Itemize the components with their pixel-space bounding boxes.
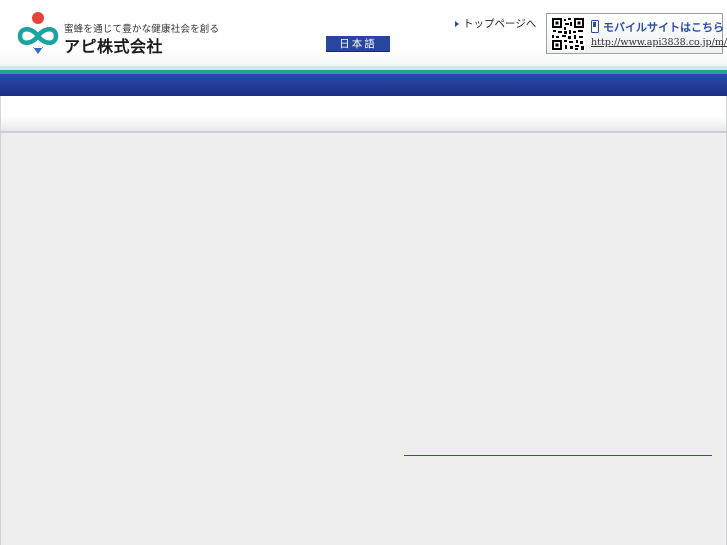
sub-navigation-bar (0, 96, 727, 133)
triangle-arrow-icon (455, 20, 459, 27)
top-page-link-label: トップページへ (463, 18, 537, 30)
site-header: 蜜蜂を通じて豊かな健康社会を創る アピ株式会社 日本語 トップページへ モバイル… (0, 0, 727, 70)
global-navigation-bar (0, 74, 727, 96)
language-button-japanese[interactable]: 日本語 (326, 36, 390, 52)
company-name: アピ株式会社 (64, 37, 164, 56)
content-divider-line (404, 455, 712, 456)
mobile-site-title: モバイルサイトはこちら (603, 21, 724, 34)
mobile-site-url: http://www.api3838.co.jp/m/ (591, 37, 727, 48)
top-page-link[interactable]: トップページへ (455, 16, 536, 31)
page: 蜜蜂を通じて豊かな健康社会を創る アピ株式会社 日本語 トップページへ モバイル… (0, 0, 727, 545)
mobile-phone-icon (591, 20, 599, 33)
qr-code-icon (551, 17, 585, 51)
bee-infinity-logo-icon (17, 12, 59, 54)
mobile-site-banner[interactable]: モバイルサイトはこちら http://www.api3838.co.jp/m/ (546, 13, 727, 54)
main-content-area (0, 133, 727, 545)
company-logo-link[interactable]: 蜜蜂を通じて豊かな健康社会を創る アピ株式会社 (12, 10, 219, 56)
